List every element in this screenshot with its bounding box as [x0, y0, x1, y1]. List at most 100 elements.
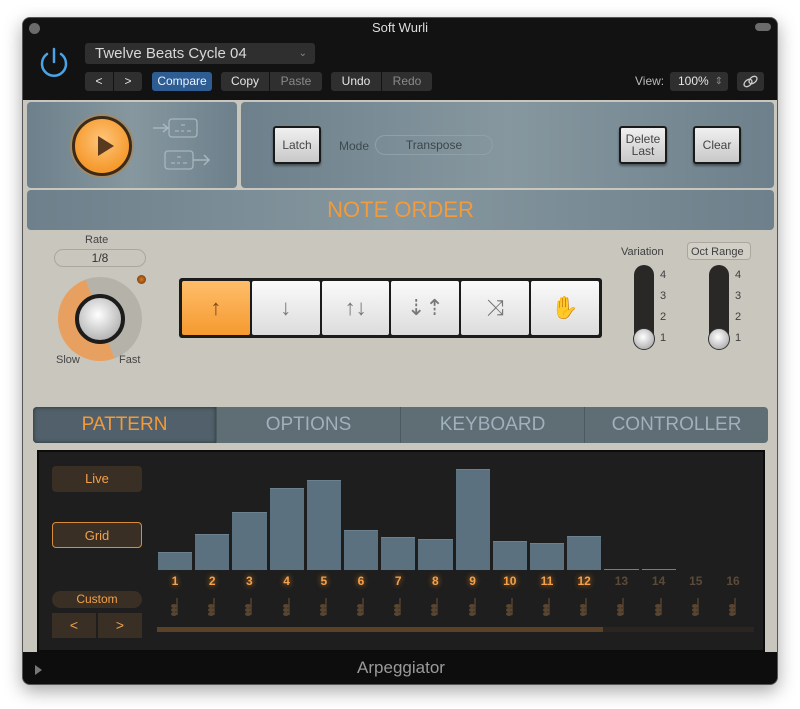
step-10-number[interactable]: 10 [492, 574, 528, 588]
export-sequence-icon[interactable] [163, 148, 213, 172]
tab-pattern[interactable]: PATTERN [33, 407, 217, 443]
variation-slider-thumb[interactable] [633, 328, 655, 350]
pattern-length-track[interactable] [157, 627, 754, 632]
delete-last-button[interactable]: Delete Last [619, 126, 667, 164]
step-11-number[interactable]: 11 [529, 574, 565, 588]
step-11-velocity-bar[interactable] [530, 542, 565, 570]
latch-section: Latch Mode Transpose Delete Last Clear [241, 102, 774, 188]
step-8-velocity-bar[interactable] [418, 539, 453, 570]
step-2-number[interactable]: 2 [194, 574, 230, 588]
step-12-number[interactable]: 12 [566, 574, 602, 588]
step-2-note-length-icon[interactable] [194, 597, 230, 617]
step-12-velocity-bar[interactable] [567, 535, 602, 570]
note-order-as-played-button[interactable]: ✋ [531, 281, 599, 335]
velocity-grid[interactable] [157, 460, 752, 570]
step-5-number[interactable]: 5 [306, 574, 342, 588]
play-section [27, 102, 237, 188]
step-6-velocity-bar[interactable] [344, 530, 379, 570]
latch-button[interactable]: Latch [273, 126, 321, 164]
copy-button[interactable]: Copy [221, 72, 269, 91]
oct-range-scale-3: 3 [735, 290, 742, 302]
step-4-velocity-bar[interactable] [269, 487, 304, 570]
step-13-note-length-icon[interactable] [603, 597, 639, 617]
step-2-velocity-bar[interactable] [195, 533, 230, 570]
outside-in-icon: ⇣⇡ [406, 295, 444, 320]
step-7-number[interactable]: 7 [380, 574, 416, 588]
next-preset-button[interactable]: > [114, 72, 142, 91]
prev-pattern-button[interactable]: < [52, 613, 96, 638]
step-3-note-length-icon[interactable] [231, 597, 267, 617]
step-3-velocity-bar[interactable] [232, 511, 267, 570]
oct-range-scale-4: 4 [735, 269, 742, 281]
step-8-number[interactable]: 8 [417, 574, 453, 588]
oct-range-label: Oct Range [691, 246, 744, 258]
custom-pattern-label[interactable]: Custom [52, 591, 142, 608]
note-order-outside-in-button[interactable]: ⇣⇡ [391, 281, 460, 335]
pattern-editor: Live Grid Custom < > 1 2 3 4 5 6 7 8 9 10 11 12 13 14… [37, 450, 765, 652]
step-10-velocity-bar[interactable] [492, 541, 527, 570]
note-order-buttons: ↑ ↓ ↑↓ ⇣⇡ ⤨ ✋ [179, 278, 602, 338]
link-button[interactable] [737, 72, 764, 91]
next-pattern-button[interactable]: > [98, 613, 142, 638]
step-16-number[interactable]: 16 [715, 574, 751, 588]
view-zoom-selector[interactable]: 100% ⇕ [670, 72, 728, 91]
note-order-up-button[interactable]: ↑ [182, 281, 250, 335]
step-1-note-length-icon[interactable] [157, 597, 193, 617]
tab-options[interactable]: OPTIONS [217, 407, 401, 443]
step-14-velocity-bar[interactable] [641, 568, 676, 570]
tab-controller[interactable]: CONTROLLER [585, 407, 768, 443]
record-sequence-icon[interactable] [151, 116, 201, 140]
step-5-note-length-icon[interactable] [306, 597, 342, 617]
rate-value[interactable]: 1/8 [54, 249, 146, 267]
fast-label: Fast [119, 354, 141, 366]
step-13-number[interactable]: 13 [603, 574, 639, 588]
redo-button[interactable]: Redo [382, 72, 432, 91]
step-5-velocity-bar[interactable] [306, 479, 341, 570]
step-4-number[interactable]: 4 [269, 574, 305, 588]
step-7-note-length-icon[interactable] [380, 597, 416, 617]
note-order-up-down-button[interactable]: ↑↓ [321, 281, 390, 335]
paste-button[interactable]: Paste [270, 72, 322, 91]
note-order-title: NOTE ORDER [327, 197, 474, 222]
step-6-note-length-icon[interactable] [343, 597, 379, 617]
step-10-note-length-icon[interactable] [492, 597, 528, 617]
step-9-velocity-bar[interactable] [455, 468, 490, 570]
step-12-note-length-icon[interactable] [566, 597, 602, 617]
step-8-note-length-icon[interactable] [417, 597, 453, 617]
step-6-number[interactable]: 6 [343, 574, 379, 588]
step-1-number[interactable]: 1 [157, 574, 193, 588]
oct-range-slider-thumb[interactable] [708, 328, 730, 350]
step-9-number[interactable]: 9 [455, 574, 491, 588]
note-order-header: NOTE ORDER [27, 190, 774, 230]
grid-button[interactable]: Grid [52, 522, 142, 548]
step-3-number[interactable]: 3 [231, 574, 267, 588]
sync-led[interactable] [137, 275, 146, 284]
play-button[interactable] [72, 116, 132, 176]
step-1-velocity-bar[interactable] [158, 552, 193, 570]
tab-bar: PATTERN OPTIONS KEYBOARD CONTROLLER [33, 407, 768, 443]
step-15-number[interactable]: 15 [678, 574, 714, 588]
mode-selector[interactable]: Transpose [375, 135, 493, 155]
tab-keyboard[interactable]: KEYBOARD [401, 407, 585, 443]
prev-preset-button[interactable]: < [85, 72, 113, 91]
undo-button[interactable]: Undo [331, 72, 381, 91]
step-4-note-length-icon[interactable] [269, 597, 305, 617]
step-13-velocity-bar[interactable] [604, 568, 639, 570]
power-icon[interactable] [37, 46, 71, 80]
step-16-note-length-icon[interactable] [715, 597, 751, 617]
step-14-note-length-icon[interactable] [641, 597, 677, 617]
preset-selector[interactable]: Twelve Beats Cycle 04 ⌄ [85, 43, 315, 64]
step-11-note-length-icon[interactable] [529, 597, 565, 617]
live-button[interactable]: Live [52, 466, 142, 492]
step-14-number[interactable]: 14 [641, 574, 677, 588]
pattern-length-handle[interactable] [157, 627, 604, 632]
note-order-random-button[interactable]: ⤨ [461, 281, 530, 335]
step-9-note-length-icon[interactable] [455, 597, 491, 617]
compare-button[interactable]: Compare [152, 72, 212, 91]
step-7-velocity-bar[interactable] [381, 537, 416, 570]
step-15-note-length-icon[interactable] [678, 597, 714, 617]
clear-button[interactable]: Clear [693, 126, 741, 164]
note-order-down-button[interactable]: ↓ [251, 281, 320, 335]
mode-label: Mode [339, 139, 370, 153]
rate-knob[interactable] [75, 294, 125, 344]
